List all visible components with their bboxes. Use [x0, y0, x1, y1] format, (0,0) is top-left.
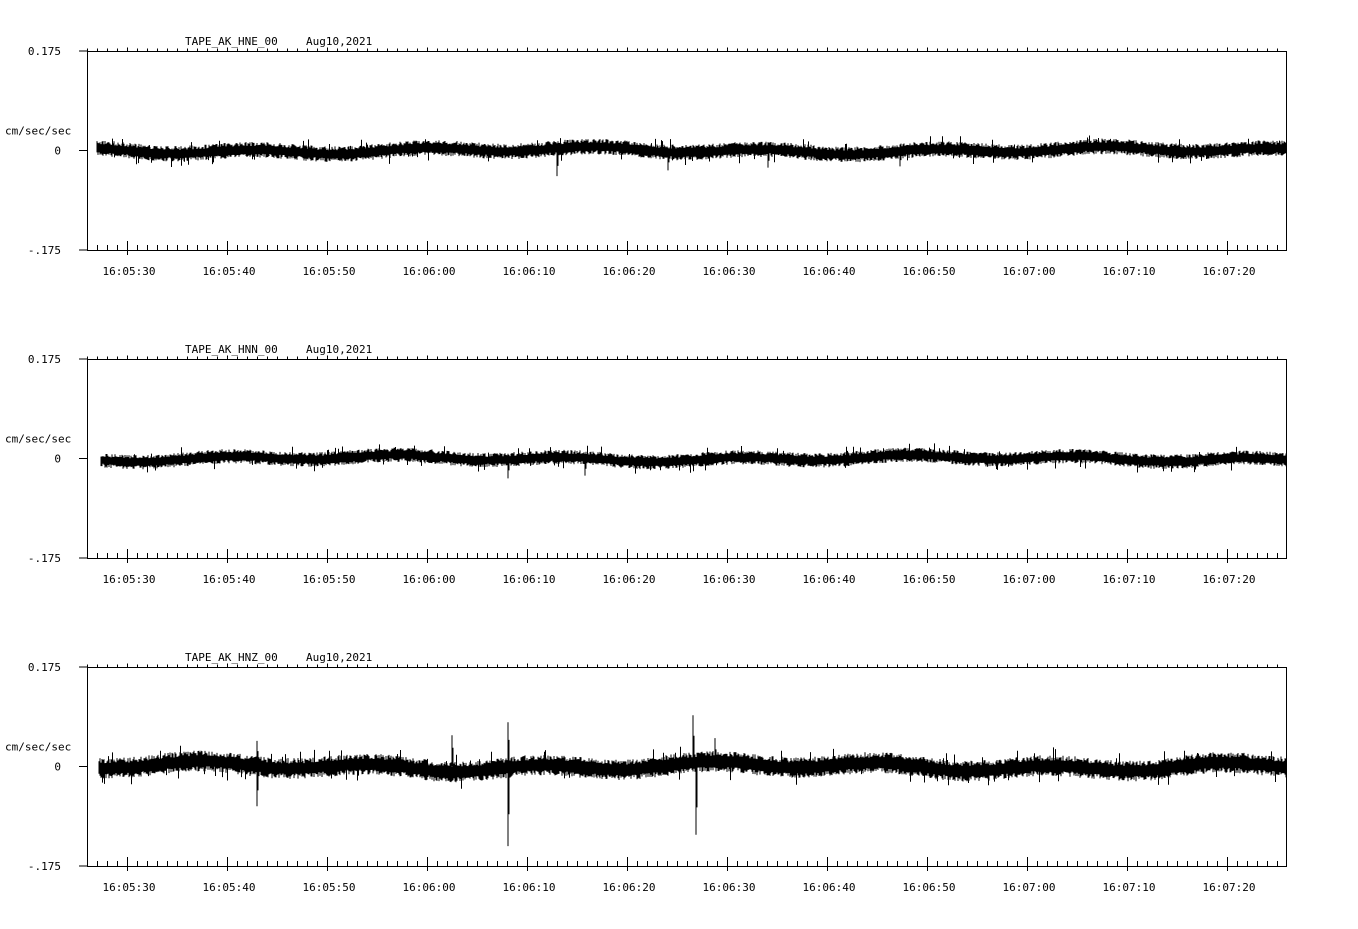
y-axis-label: cm/sec/sec: [5, 433, 71, 446]
x-tick-label: 16:07:10: [1103, 265, 1156, 278]
y-tick-label: -.175: [28, 860, 61, 873]
x-tick-label: 16:06:00: [403, 573, 456, 586]
trace-panel-1: TAPE_AK_HNE_00 Aug10,2021 0.175 0 -.175 cm/se…: [5, 35, 1287, 278]
x-tick-label: 16:06:20: [603, 881, 656, 894]
x-tick-label: 16:07:20: [1203, 881, 1256, 894]
y-axis-label: cm/sec/sec: [5, 125, 71, 138]
x-tick-label: 16:06:20: [603, 573, 656, 586]
x-tick-label: 16:07:10: [1103, 573, 1156, 586]
y-tick-label: 0.175: [28, 661, 61, 674]
x-tick-label: 16:07:10: [1103, 881, 1156, 894]
seismogram-svg: TAPE_AK_HNE_00 Aug10,2021 0.175 0 -.175 cm/se…: [5, 35, 1287, 894]
x-tick-label: 16:06:50: [903, 573, 956, 586]
x-tick-label: 16:07:00: [1003, 573, 1056, 586]
x-tick-label: 16:05:30: [103, 573, 156, 586]
station-label: TAPE_AK_HNE_00: [185, 35, 278, 48]
x-tick-label: 16:05:40: [203, 573, 256, 586]
y-tick-label: -.175: [28, 552, 61, 565]
x-tick-label: 16:05:50: [303, 881, 356, 894]
x-tick-label: 16:07:20: [1203, 265, 1256, 278]
x-tick-label: 16:06:00: [403, 881, 456, 894]
x-tick-label: 16:05:50: [303, 573, 356, 586]
y-tick-label: 0: [54, 453, 61, 466]
x-tick-label: 16:06:40: [803, 265, 856, 278]
x-tick-label: 16:05:40: [203, 881, 256, 894]
x-tick-label: 16:06:30: [703, 573, 756, 586]
x-tick-label: 16:06:30: [703, 265, 756, 278]
station-label: TAPE_AK_HNZ_00: [185, 651, 278, 664]
x-tick-label: 16:05:30: [103, 265, 156, 278]
x-tick-label: 16:05:40: [203, 265, 256, 278]
x-tick-label: 16:07:00: [1003, 265, 1056, 278]
y-tick-label: -.175: [28, 244, 61, 257]
x-tick-label: 16:06:10: [503, 573, 556, 586]
y-axis-label: cm/sec/sec: [5, 741, 71, 754]
waveform-trace: [98, 715, 1287, 847]
x-tick-label: 16:06:20: [603, 265, 656, 278]
x-tick-label: 16:07:20: [1203, 573, 1256, 586]
waveform-trace: [100, 443, 1287, 479]
trace-panel-3: TAPE_AK_HNZ_00 Aug10,2021 0.175 0 -.175 cm/se…: [5, 651, 1287, 894]
seismogram-figure: TAPE_AK_HNE_00 Aug10,2021 0.175 0 -.175 cm/se…: [0, 0, 1358, 924]
x-tick-label: 16:06:40: [803, 881, 856, 894]
y-tick-label: 0: [54, 761, 61, 774]
x-tick-label: 16:06:10: [503, 881, 556, 894]
x-tick-label: 16:06:30: [703, 881, 756, 894]
date-label: Aug10,2021: [306, 343, 372, 356]
x-tick-label: 16:06:40: [803, 573, 856, 586]
trace-panel-2: TAPE_AK_HNN_00 Aug10,2021 0.175 0 -.175 cm/se…: [5, 343, 1287, 586]
x-tick-label: 16:06:50: [903, 265, 956, 278]
x-tick-label: 16:06:10: [503, 265, 556, 278]
x-tick-label: 16:07:00: [1003, 881, 1056, 894]
date-label: Aug10,2021: [306, 651, 372, 664]
y-tick-label: 0.175: [28, 353, 61, 366]
x-tick-label: 16:05:30: [103, 881, 156, 894]
waveform-trace: [96, 135, 1287, 177]
station-label: TAPE_AK_HNN_00: [185, 343, 278, 356]
x-tick-label: 16:06:00: [403, 265, 456, 278]
x-tick-label: 16:05:50: [303, 265, 356, 278]
x-tick-label: 16:06:50: [903, 881, 956, 894]
y-tick-label: 0.175: [28, 45, 61, 58]
y-tick-label: 0: [54, 145, 61, 158]
date-label: Aug10,2021: [306, 35, 372, 48]
